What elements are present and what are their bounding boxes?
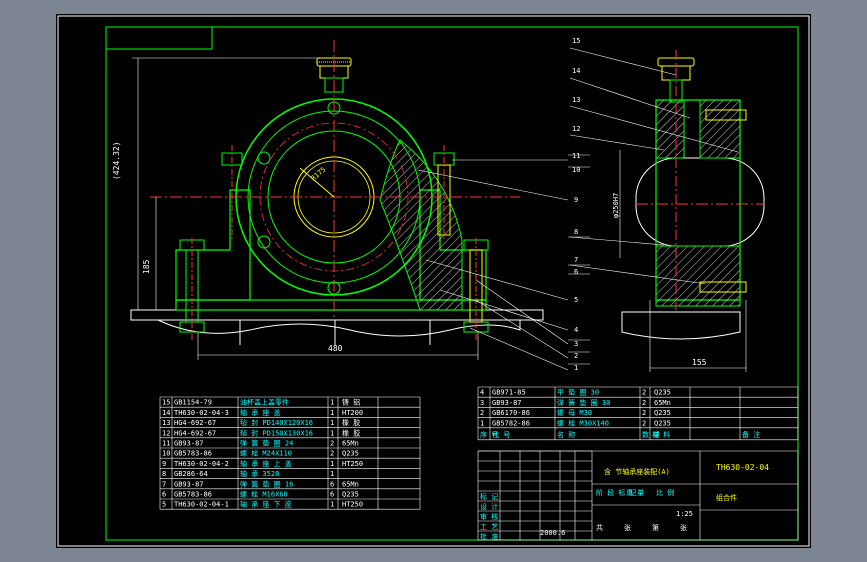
base-hatch [655,245,741,307]
title-date: 2000.6 [540,529,565,537]
sheet-label: 张 [680,523,687,532]
bom-cell-no: 2 [480,409,484,417]
bom-cell-code: GB93-87 [174,480,204,488]
bom-cell-code: GB93-87 [174,440,204,448]
bom-cell-qty: 2 [642,389,646,397]
bom-cell-code: GB286-64 [174,470,208,478]
bom-cell-qty: 6 [330,480,334,488]
bom-cell-material: Q235 [654,419,671,427]
bom-cell-qty: 1 [330,409,334,417]
bom-cell-code: GB1154-79 [174,399,212,407]
bom-cell-qty: 1 [330,470,334,478]
title-left-label: 工 艺 [480,523,498,531]
bom-cell-code: GB5783-86 [174,491,212,499]
title-left-label: 审 核 [480,512,498,521]
bom-cell-material: Q235 [342,450,359,458]
bom-cell-code: HG4-692-67 [174,419,216,427]
bom-cell-no: 14 [162,409,170,417]
bom-header-cell: 备 注 [742,430,760,439]
scale-value: 1:25 [676,510,693,518]
bom-cell-code: GB5782-86 [492,419,530,427]
assembly-drawing: 15 GB1154-79 油杯盖上盖零件 1 铸 铝14 TH630-02-04-3 轴 承… [56,14,811,548]
bom-cell-material: HT250 [342,460,363,468]
bom-cell-code: GB93-87 [492,399,522,407]
bom-cell-name: 毡 封 PD150X130X16 [240,428,313,437]
title-left-label: 批 准 [480,532,498,541]
bom-cell-no: 10 [162,450,170,458]
bom-cell-no: 4 [480,389,484,397]
bom-header-cell: 材 料 [652,430,670,439]
bom-cell-no: 9 [162,460,166,468]
bom-cell-material: 橡 胶 [342,418,360,427]
bom-cell-material: 橡 胶 [342,428,360,437]
bom-cell-name: 轴 承 座 下 座 [240,500,292,509]
bom-cell-qty: 6 [330,491,334,499]
bom-cell-name: 轴 承 座 盖 [240,408,281,417]
bom-cell-qty: 1 [330,429,334,437]
title-left-label: 设 计 [480,502,498,511]
bom-cell-material: HT250 [342,501,363,509]
bom-cell-material: 65Mn [342,440,359,448]
bom-cell-code: GB5783-86 [174,450,212,458]
bom-cell-name: 螺 栓 M16X60 [240,490,288,499]
bom-cell-name: 油杯盖上盖零件 [240,398,289,407]
bom-cell-qty: 1 [330,460,334,468]
title-left-label: 标 记 [480,492,498,501]
title-mid-label: 比 例 [656,488,674,497]
bom-cell-code: TH630-02-04-1 [174,501,229,509]
bom-header-cell: 代 号 [492,430,510,439]
bom-cell-name: 弹 簧 垫 圈 30 [557,398,610,407]
bom-cell-name: 螺 母 M30 [557,408,592,417]
bom-cell-name: 平 垫 圈 30 [557,388,599,397]
bom-cell-name: 螺 栓 M30X140 [557,418,609,427]
bom-cell-code: GB971-85 [492,389,526,397]
bom-cell-no: 8 [162,470,166,478]
bom-cell-material: Q235 [654,389,671,397]
bom-cell-qty: 2 [642,409,646,417]
bom-cell-material: Q235 [342,491,359,499]
bom-cell-qty: 2 [642,399,646,407]
title-mid-label: 重 量 [626,489,644,497]
bom-cell-no: 6 [162,491,166,499]
bom-cell-no: 5 [162,501,166,509]
bom-cell-name: 弹 簧 垫 圈 24 [240,439,293,448]
bom-cell-no: 3 [480,399,484,407]
bom-cell-qty: 2 [330,440,334,448]
bom-cell-material: 65Mn [654,399,671,407]
cad-viewport: 15 GB1154-79 油杯盖上盖零件 1 铸 铝 14 TH630-02-04-3 轴 承… [0,0,867,562]
drawing-title: 含 节轴承座装配(A) [604,467,670,476]
bom-cell-qty: 2 [642,419,646,427]
bom-cell-no: 11 [162,440,170,448]
bom-cell-qty: 1 [330,419,334,427]
bom-cell-qty: 1 [330,501,334,509]
bom-cell-material: 65Mn [342,480,359,488]
bom-cell-no: 12 [162,429,170,437]
bom-cell-name: 轴 承 3528 [240,469,279,478]
unit-label: 组合件 [716,493,737,502]
bom-cell-no: 1 [480,419,484,427]
bom-cell-no: 15 [162,399,170,407]
bom-cell-material: HT200 [342,409,363,417]
bom-cell-code: TH630-02-04-3 [174,409,229,417]
bom-cell-code: HG4-692-67 [174,429,216,437]
sheet-label: 共 [596,523,603,532]
bom-cell-qty: 1 [330,399,334,407]
bom-cell-name: 螺 栓 M24X110 [240,449,292,458]
bom-cell-material: Q235 [654,409,671,417]
sheet-label: 张 [624,523,631,532]
bom-cell-no: 7 [162,480,166,488]
bom-header-cell: 名 称 [557,430,575,439]
bom-cell-name: 弹 簧 垫 圈 16 [240,479,293,488]
bom-cell-material: 铸 铝 [342,398,360,407]
sheet-label: 第 [652,523,659,532]
bom-cell-name: 轴 承 座 上 盖 [240,459,292,468]
cap-hatch [699,99,741,159]
bom-cell-name: 毡 封 PD140X120X16 [240,418,313,427]
bom-cell-code: GB6170-86 [492,409,530,417]
bom-cell-qty: 2 [330,450,334,458]
drawing-number: TH630-02-04 [716,463,769,472]
bom-cell-code: TH630-02-04-2 [174,460,229,468]
bom-cell-no: 13 [162,419,170,427]
